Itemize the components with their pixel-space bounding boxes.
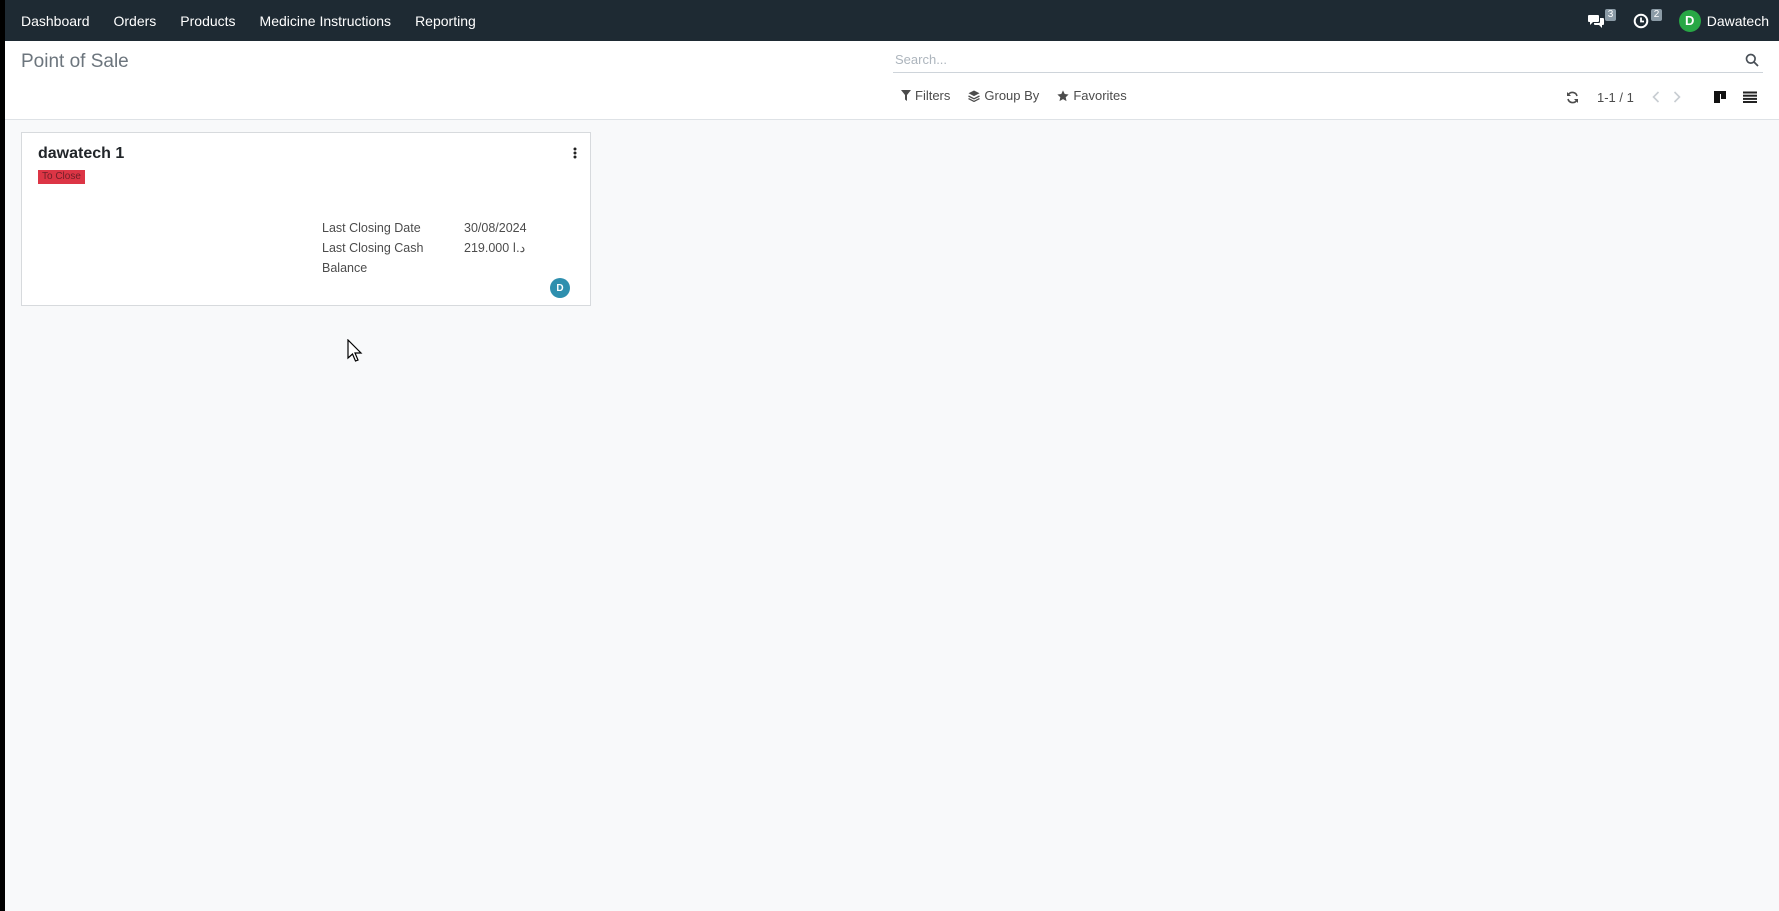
top-navbar: Dashboard Orders Products Medicine Instr… [0, 0, 1779, 41]
last-closing-date-value: 30/08/2024 [464, 221, 527, 235]
comments-icon [1587, 14, 1604, 28]
pager-value[interactable]: 1-1 / 1 [1597, 90, 1634, 105]
search-icon [1745, 53, 1759, 67]
last-closing-cash-row-2: Balance [322, 258, 562, 278]
messages-count-badge: 3 [1604, 9, 1617, 21]
pager: 1-1 / 1 [1563, 86, 1690, 108]
clock-icon [1633, 13, 1649, 28]
list-icon [1743, 91, 1757, 103]
menu-item-dashboard[interactable]: Dashboard [21, 13, 90, 29]
activities-count-badge: 2 [1650, 9, 1663, 21]
menu-item-medicine-instructions[interactable]: Medicine Instructions [260, 13, 392, 29]
kebab-menu-icon [573, 147, 577, 159]
card-title: dawatech 1 [38, 145, 125, 162]
refresh-icon [1566, 91, 1578, 103]
menu-item-products[interactable]: Products [180, 13, 235, 29]
chevron-right-icon [1673, 91, 1681, 103]
status-badge: To Close [38, 170, 85, 184]
last-closing-cash-label: Last Closing Cash [322, 241, 424, 255]
main-menu: Dashboard Orders Products Medicine Instr… [0, 0, 500, 41]
favorites-label: Favorites [1073, 88, 1127, 103]
control-panel: Point of Sale Filters Group By [5, 41, 1779, 120]
pager-previous-button[interactable] [1648, 88, 1664, 106]
favorites-button[interactable]: Favorites [1057, 88, 1127, 103]
pager-next-button[interactable] [1669, 88, 1685, 106]
filters-button[interactable]: Filters [901, 88, 950, 103]
systray: 3 2 D Dawatech [1587, 0, 1769, 41]
card-info: Last Closing Date 30/08/2024 Last Closin… [322, 218, 562, 278]
refresh-button[interactable] [1563, 88, 1581, 106]
search-options: Filters Group By Favorites [901, 88, 1145, 103]
kanban-view-button[interactable] [1705, 85, 1735, 109]
search-bar [893, 47, 1763, 73]
window-left-edge [0, 0, 5, 911]
filters-label: Filters [915, 88, 951, 103]
activities-button[interactable]: 2 [1633, 0, 1667, 41]
card-menu-button[interactable] [567, 143, 583, 163]
last-closing-cash-value: 219.000 د.ا [464, 241, 526, 255]
user-name: Dawatech [1706, 12, 1769, 29]
group-by-label: Group By [984, 88, 1040, 103]
last-closing-date-row: Last Closing Date 30/08/2024 [322, 218, 562, 238]
page-title: Point of Sale [21, 51, 129, 72]
star-icon [1057, 89, 1069, 101]
search-button[interactable] [1741, 49, 1763, 71]
menu-item-orders[interactable]: Orders [114, 13, 157, 29]
chevron-left-icon [1652, 91, 1659, 103]
last-closing-cash-label-2: Balance [322, 261, 368, 275]
messages-button[interactable]: 3 [1587, 0, 1621, 41]
pos-config-card[interactable]: dawatech 1 To Close Last Closing Date 30… [21, 132, 591, 306]
layers-icon [968, 90, 981, 102]
kanban-icon [1714, 91, 1726, 103]
group-by-button[interactable]: Group By [968, 88, 1039, 103]
mouse-cursor-icon [347, 339, 363, 362]
search-input[interactable] [893, 52, 1741, 67]
last-closing-date-label: Last Closing Date [322, 221, 421, 235]
list-view-button[interactable] [1735, 85, 1765, 109]
last-closing-cash-row: Last Closing Cash 219.000 د.ا [322, 238, 562, 258]
filter-icon [901, 90, 911, 101]
view-switcher [1705, 85, 1765, 109]
menu-item-reporting[interactable]: Reporting [415, 13, 476, 29]
user-avatar: D [1678, 9, 1701, 32]
user-menu[interactable]: D Dawatech [1678, 9, 1769, 32]
card-user-avatar[interactable]: D [550, 278, 570, 298]
